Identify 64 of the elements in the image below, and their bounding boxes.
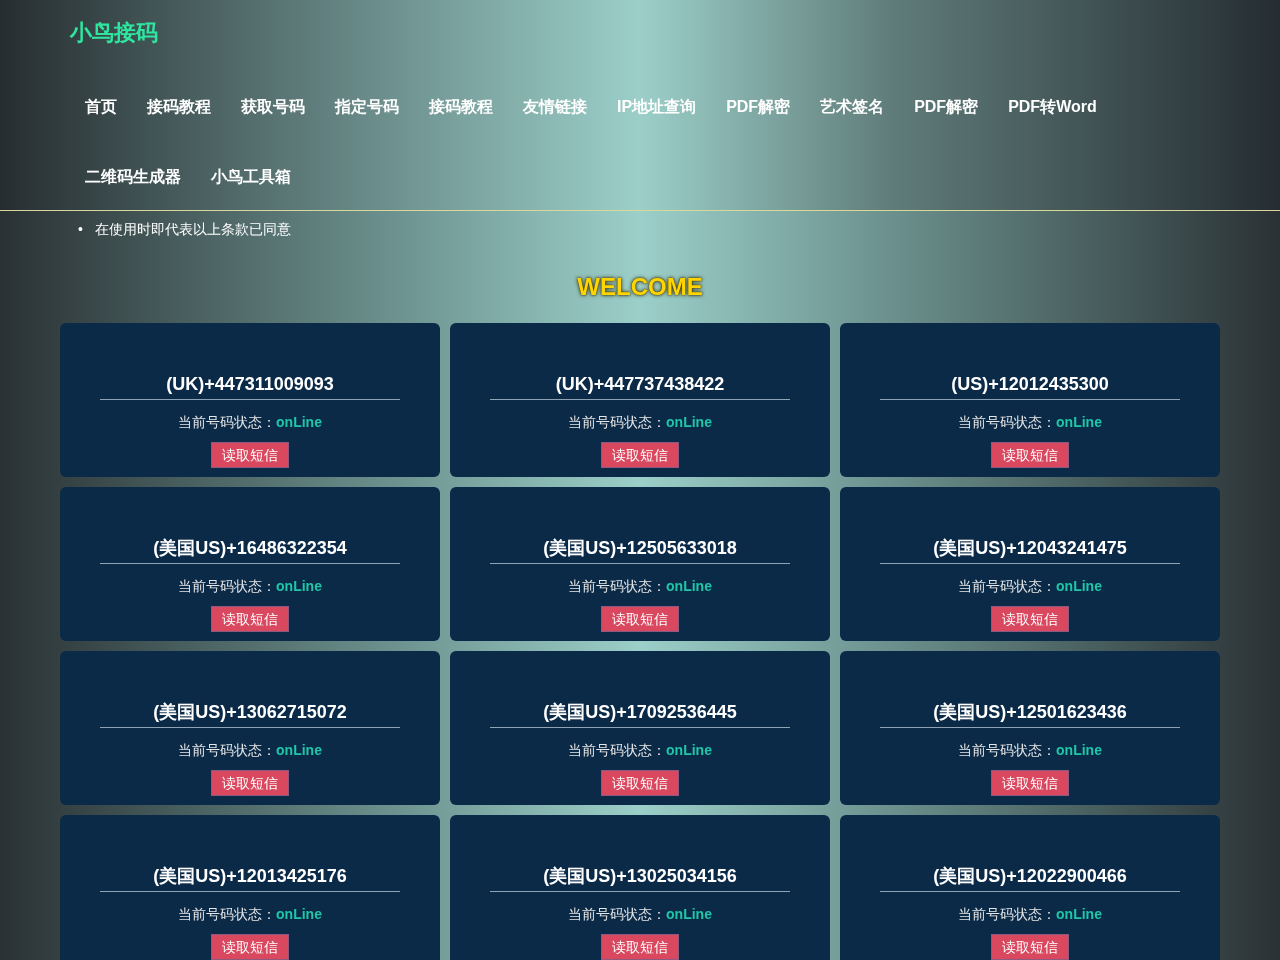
read-sms-button[interactable]: 读取短信 (211, 934, 289, 960)
status-label: 当前号码状态： (958, 741, 1057, 760)
read-sms-button[interactable]: 读取短信 (601, 770, 679, 796)
phone-number: (UK)+447737438422 (555, 373, 725, 395)
status-value: onLine (1056, 905, 1102, 924)
phone-number: (美国US)+17092536445 (543, 701, 737, 723)
status-label: 当前号码状态： (568, 577, 667, 596)
status-label: 当前号码状态： (958, 413, 1057, 432)
status-label: 当前号码状态： (178, 741, 277, 760)
nav-link[interactable]: PDF解密 (726, 72, 791, 142)
read-sms-button[interactable]: 读取短信 (991, 770, 1069, 796)
status-value: onLine (666, 577, 712, 596)
read-sms-button[interactable]: 读取短信 (601, 442, 679, 468)
status-label: 当前号码状态： (178, 905, 277, 924)
phone-number: (UK)+447311009093 (166, 373, 334, 395)
status-label: 当前号码状态： (958, 905, 1057, 924)
phone-number: (美国US)+12022900466 (933, 865, 1127, 887)
read-sms-button[interactable]: 读取短信 (991, 934, 1069, 960)
status-value: onLine (666, 905, 712, 924)
nav-link[interactable]: 指定号码 (335, 72, 399, 142)
nav-link[interactable]: 小鸟工具箱 (211, 142, 291, 212)
read-sms-button[interactable]: 读取短信 (211, 442, 289, 468)
read-sms-button[interactable]: 读取短信 (211, 770, 289, 796)
nav-link[interactable]: 首页 (85, 72, 117, 142)
status-value: onLine (1056, 577, 1102, 596)
nav-link[interactable]: 友情链接 (523, 72, 587, 142)
status-label: 当前号码状态： (178, 413, 277, 432)
phone-number: (美国US)+13025034156 (543, 865, 737, 887)
nav-link[interactable]: 接码教程 (147, 72, 211, 142)
status-value: onLine (1056, 741, 1102, 760)
notice-text: 在使用时即代表以上条款已同意 (95, 220, 291, 239)
site-logo[interactable]: 小鸟接码 (70, 18, 158, 48)
phone-number: (美国US)+16486322354 (153, 537, 347, 559)
status-label: 当前号码状态： (568, 741, 667, 760)
phone-number: (美国US)+12013425176 (153, 865, 347, 887)
status-label: 当前号码状态： (958, 577, 1057, 596)
phone-number: (美国US)+12505633018 (543, 537, 737, 559)
nav-link[interactable]: 接码教程 (429, 72, 493, 142)
read-sms-button[interactable]: 读取短信 (991, 606, 1069, 632)
welcome-heading: WELCOME (577, 272, 703, 302)
nav-link[interactable]: 获取号码 (241, 72, 305, 142)
status-value: onLine (666, 413, 712, 432)
phone-number: (美国US)+12043241475 (933, 537, 1127, 559)
phone-number: (US)+12012435300 (951, 373, 1109, 395)
nav-link[interactable]: PDF转Word (1008, 72, 1097, 142)
status-label: 当前号码状态： (178, 577, 277, 596)
status-label: 当前号码状态： (568, 905, 667, 924)
read-sms-button[interactable]: 读取短信 (991, 442, 1069, 468)
read-sms-button[interactable]: 读取短信 (601, 934, 679, 960)
phone-number: (美国US)+12501623436 (933, 701, 1127, 723)
nav-link[interactable]: 二维码生成器 (85, 142, 181, 212)
status-value: onLine (276, 413, 322, 432)
read-sms-button[interactable]: 读取短信 (211, 606, 289, 632)
status-label: 当前号码状态： (568, 413, 667, 432)
status-value: onLine (276, 577, 322, 596)
status-value: onLine (276, 905, 322, 924)
nav-link[interactable]: PDF解密 (914, 72, 979, 142)
status-value: onLine (276, 741, 322, 760)
nav-link[interactable]: 艺术签名 (820, 72, 885, 142)
status-value: onLine (666, 741, 712, 760)
bullet-marker: • (78, 220, 84, 239)
read-sms-button[interactable]: 读取短信 (601, 606, 679, 632)
status-value: onLine (1056, 413, 1102, 432)
phone-number: (美国US)+13062715072 (153, 701, 347, 723)
